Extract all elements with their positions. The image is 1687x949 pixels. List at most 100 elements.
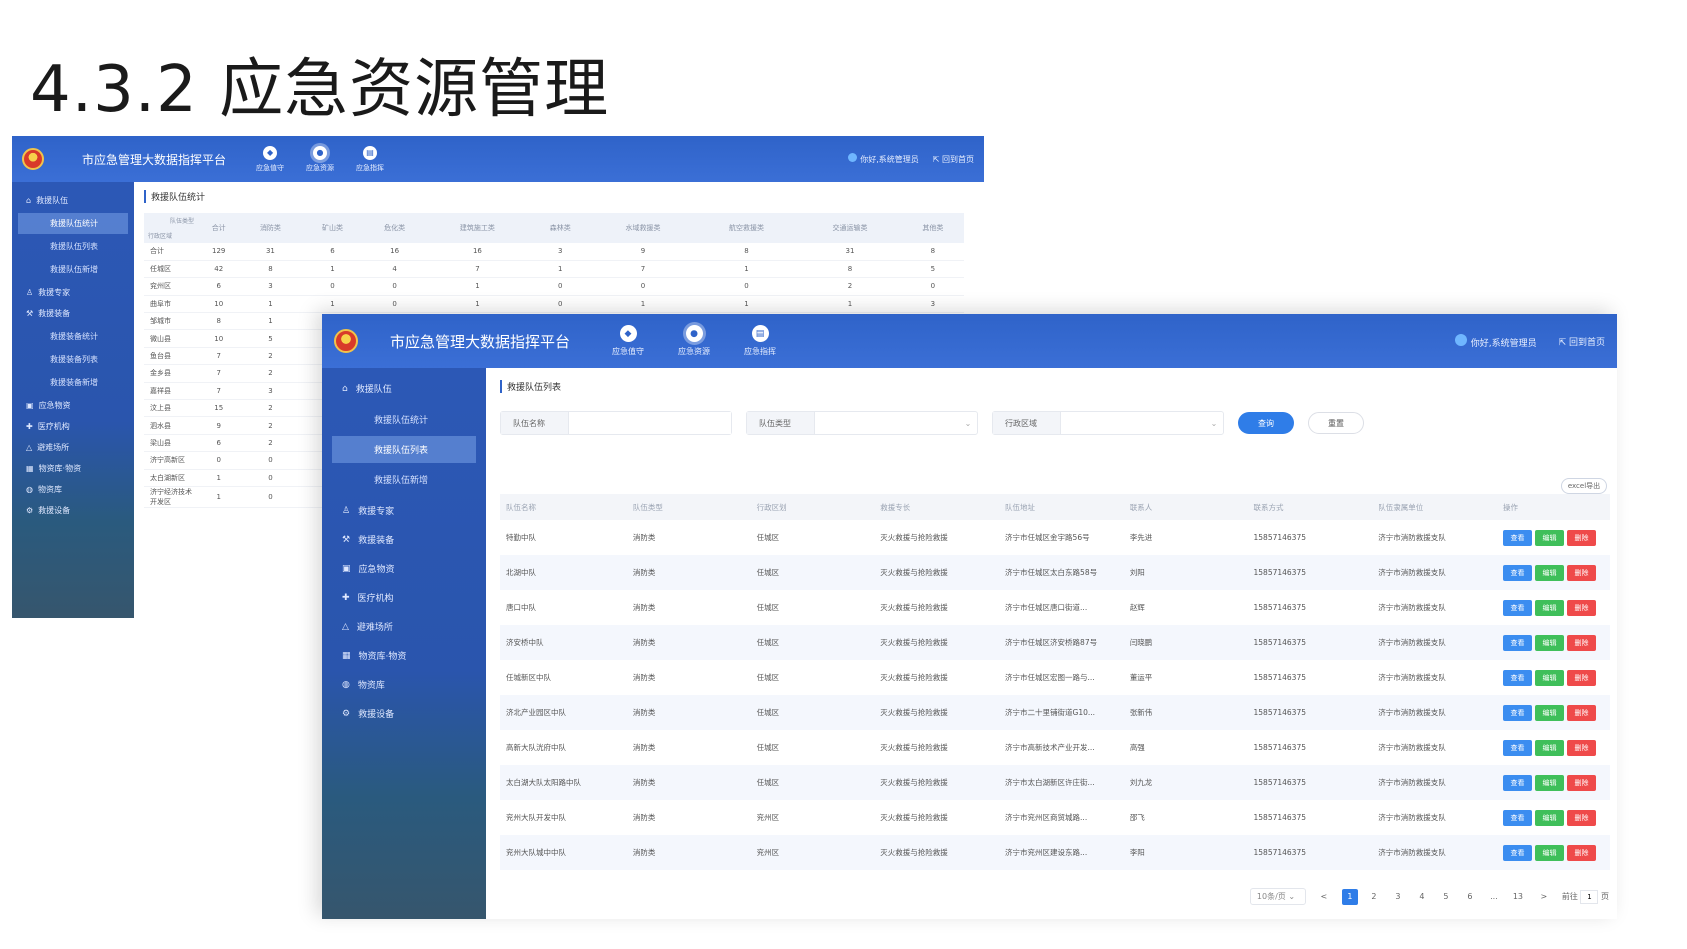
topnav-resources[interactable]: ● 应急资源 <box>306 145 334 173</box>
sidebar-item-shelters[interactable]: △ 避难场所 <box>322 612 486 641</box>
topnav-resources[interactable]: ● 应急资源 <box>678 325 710 357</box>
area-cell: 邹城市 <box>144 312 198 331</box>
query-button[interactable]: 查询 <box>1238 412 1294 434</box>
team-type-select[interactable] <box>815 412 959 434</box>
sidebar-sub-team-add[interactable]: 救援队伍新增 <box>332 466 476 493</box>
edit-button[interactable]: 编辑 <box>1535 564 1565 581</box>
edit-button[interactable]: 编辑 <box>1535 599 1565 616</box>
sidebar-item-devices[interactable]: ⚙ 救援设备 <box>12 500 134 521</box>
topnav-duty[interactable]: ◆ 应急值守 <box>612 325 644 357</box>
view-button[interactable]: 查看 <box>1503 809 1533 826</box>
sidebar-item-medical[interactable]: ✚ 医疗机构 <box>12 416 134 437</box>
sidebar-item-depots[interactable]: ◍ 物资库 <box>12 479 134 500</box>
delete-button[interactable]: 删除 <box>1567 669 1597 686</box>
team-type-field[interactable]: 队伍类型 ⌄ <box>746 411 978 435</box>
page-number-button[interactable]: 1 <box>1341 888 1358 905</box>
delete-button[interactable]: 删除 <box>1567 634 1597 651</box>
goto-page-input[interactable] <box>1580 889 1599 904</box>
edit-button[interactable]: 编辑 <box>1535 809 1565 826</box>
page-number-button[interactable]: 6 <box>1462 889 1478 905</box>
delete-button[interactable]: 删除 <box>1567 809 1597 826</box>
sidebar-item-shelters[interactable]: △ 避难场所 <box>12 437 134 458</box>
view-button[interactable]: 查看 <box>1503 529 1533 546</box>
page-number-button[interactable]: 13 <box>1510 889 1526 905</box>
page-size-select[interactable]: 10条/页 ⌄ <box>1249 888 1306 905</box>
delete-button[interactable]: 删除 <box>1567 739 1597 756</box>
topnav-duty[interactable]: ◆ 应急值守 <box>256 145 284 173</box>
sidebar-item-depots[interactable]: ◍ 物资库 <box>322 670 486 699</box>
area-select[interactable] <box>1061 412 1205 434</box>
prev-page-button[interactable]: < <box>1316 889 1332 905</box>
page-number-button[interactable]: 3 <box>1390 889 1406 905</box>
view-button[interactable]: 查看 <box>1503 599 1533 616</box>
sidebar-sub-equipment-stats[interactable]: 救援装备统计 <box>18 326 128 347</box>
delete-button[interactable]: 删除 <box>1567 529 1597 546</box>
delete-button[interactable]: 删除 <box>1567 774 1597 791</box>
table-cell: 济宁市消防救援支队 <box>1372 835 1498 870</box>
sidebar-item-equipment[interactable]: ⚒ 救援装备 <box>322 525 486 554</box>
page-number-button[interactable]: 4 <box>1414 889 1430 905</box>
area-field[interactable]: 行政区域 ⌄ <box>992 411 1224 435</box>
table-row: 高新大队洸府中队 消防类 任城区 灭火救援与抢险救援 济宁市高新技术产业开发... 高强 1… <box>500 730 1610 765</box>
home-link[interactable]: ⇱ 回到首页 <box>1559 335 1605 348</box>
page-number-button[interactable]: 2 <box>1366 889 1382 905</box>
sidebar-item-teams[interactable]: ⌂ 救援队伍 <box>12 190 134 211</box>
delete-button[interactable]: 删除 <box>1567 599 1597 616</box>
sidebar-sub-team-list[interactable]: 救援队伍列表 <box>332 436 476 463</box>
top-bar: 市应急管理大数据指挥平台 ◆ 应急值守 ● 应急资源 ▤ 应急指挥 你好,系统管理员 … <box>12 136 984 182</box>
sidebar-sub-team-add[interactable]: 救援队伍新增 <box>18 259 128 280</box>
sidebar-item-supplies[interactable]: ▣ 应急物资 <box>322 554 486 583</box>
home-link[interactable]: ⇱ 回到首页 <box>933 154 974 165</box>
team-name-input[interactable] <box>569 412 731 434</box>
sidebar-item-experts[interactable]: ♙ 救援专家 <box>12 282 134 303</box>
topnav-command[interactable]: ▤ 应急指挥 <box>744 325 776 357</box>
sidebar-sub-equipment-list[interactable]: 救援装备列表 <box>18 349 128 370</box>
reset-button[interactable]: 重置 <box>1308 412 1364 434</box>
sidebar-item-medical[interactable]: ✚ 医疗机构 <box>322 583 486 612</box>
sidebar-item-devices[interactable]: ⚙ 救援设备 <box>322 699 486 728</box>
delete-button[interactable]: 删除 <box>1567 704 1597 721</box>
view-button[interactable]: 查看 <box>1503 704 1533 721</box>
delete-button[interactable]: 删除 <box>1567 564 1597 581</box>
page-number-button[interactable]: 5 <box>1438 889 1454 905</box>
edit-button[interactable]: 编辑 <box>1535 704 1565 721</box>
view-button[interactable]: 查看 <box>1503 564 1533 581</box>
table-cell: 济宁市消防救援支队 <box>1378 533 1446 542</box>
view-button[interactable]: 查看 <box>1503 774 1533 791</box>
next-page-button[interactable]: > <box>1536 889 1552 905</box>
page-ellipsis[interactable]: ... <box>1486 889 1502 905</box>
view-button[interactable]: 查看 <box>1503 844 1533 861</box>
count-cell: 7 <box>425 260 530 279</box>
sidebar-sub-team-stats[interactable]: 救援队伍统计 <box>18 213 128 234</box>
sidebar-item-depot-supplies[interactable]: ▦ 物资库·物资 <box>12 458 134 479</box>
view-button[interactable]: 查看 <box>1503 634 1533 651</box>
excel-export-button[interactable]: excel导出 <box>1561 478 1607 494</box>
user-menu[interactable]: 你好,系统管理员 <box>1454 333 1537 349</box>
sidebar-sub-equipment-add[interactable]: 救援装备新增 <box>18 372 128 393</box>
column-header: 危化类 <box>363 213 426 243</box>
edit-button[interactable]: 编辑 <box>1535 529 1565 546</box>
edit-button[interactable]: 编辑 <box>1535 844 1565 861</box>
view-button[interactable]: 查看 <box>1503 669 1533 686</box>
table-cell: 任城区 <box>756 603 780 612</box>
sidebar-item-depot-supplies[interactable]: ▦ 物资库·物资 <box>322 641 486 670</box>
delete-button[interactable]: 删除 <box>1567 844 1597 861</box>
user-menu[interactable]: 你好,系统管理员 <box>848 153 919 165</box>
topnav-command[interactable]: ▤ 应急指挥 <box>356 145 384 173</box>
resource-icon: ● <box>313 145 328 160</box>
edit-button[interactable]: 编辑 <box>1535 774 1565 791</box>
sidebar-item-teams[interactable]: ⌂ 救援队伍 <box>322 374 486 403</box>
sidebar-item-equipment[interactable]: ⚒ 救援装备 <box>12 303 134 324</box>
table-row: 兖州区 6 3 0 0 1 0 0 0 2 0 <box>144 277 964 296</box>
count-cell: 10 <box>198 295 240 314</box>
sidebar-item-supplies[interactable]: ▣ 应急物资 <box>12 395 134 416</box>
table-header-row: 队伍类型 行政区域 合计 消防类 矿山类 危化类 建筑施工类 森林类 水域救援类… <box>144 213 964 243</box>
sidebar-sub-team-stats[interactable]: 救援队伍统计 <box>332 406 476 433</box>
edit-button[interactable]: 编辑 <box>1535 669 1565 686</box>
edit-button[interactable]: 编辑 <box>1535 634 1565 651</box>
view-button[interactable]: 查看 <box>1503 739 1533 756</box>
sidebar-item-experts[interactable]: ♙ 救援专家 <box>322 496 486 525</box>
edit-button[interactable]: 编辑 <box>1535 739 1565 756</box>
table-row: 曲阜市 10 1 1 0 1 0 1 1 1 3 <box>144 295 964 314</box>
sidebar-sub-team-list[interactable]: 救援队伍列表 <box>18 236 128 257</box>
